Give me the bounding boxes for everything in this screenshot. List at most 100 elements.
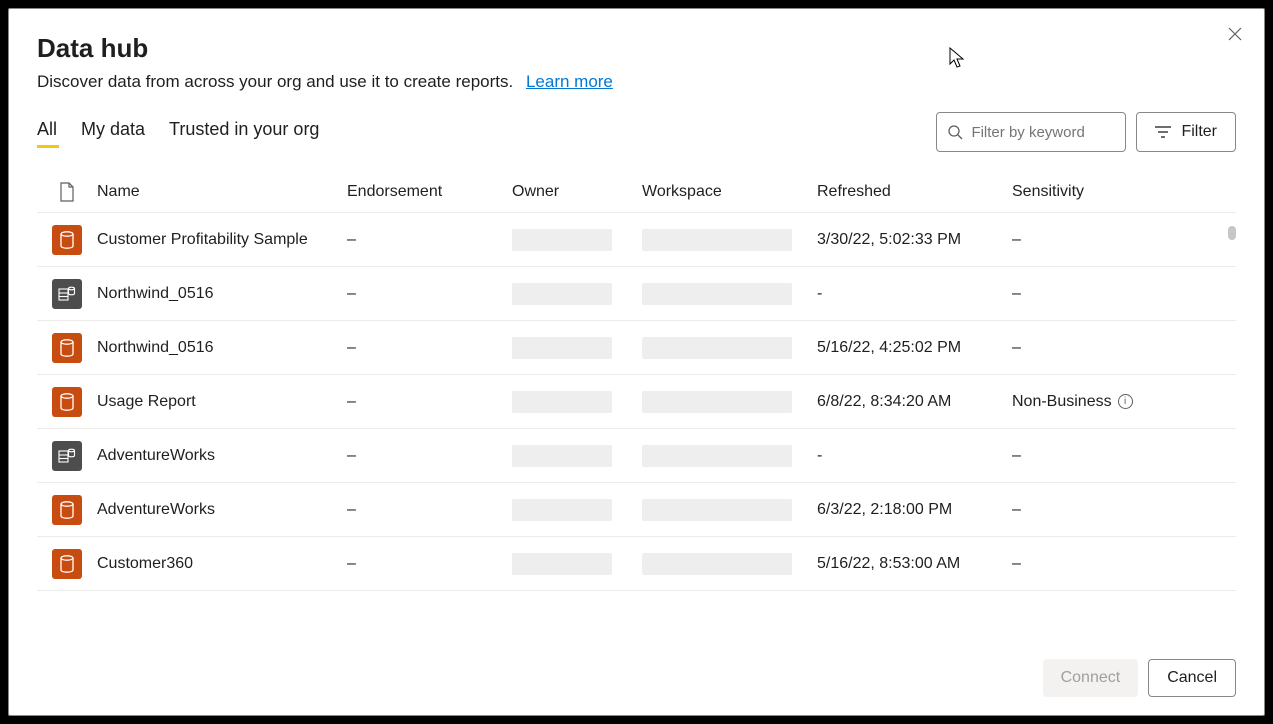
row-workspace bbox=[642, 229, 817, 251]
row-refreshed: 6/8/22, 8:34:20 AM bbox=[817, 393, 1012, 411]
row-endorsement: – bbox=[347, 393, 512, 411]
row-name: AdventureWorks bbox=[97, 501, 347, 519]
row-owner bbox=[512, 391, 642, 413]
row-endorsement: – bbox=[347, 339, 512, 357]
table-row[interactable]: Northwind_0516–-– bbox=[37, 267, 1236, 321]
table-row[interactable]: Usage Report– 6/8/22, 8:34:20 AMNon-Busin… bbox=[37, 375, 1236, 429]
search-icon bbox=[947, 124, 963, 140]
row-name: Usage Report bbox=[97, 393, 347, 411]
row-endorsement: – bbox=[347, 501, 512, 519]
row-name: Customer Profitability Sample bbox=[97, 231, 347, 249]
row-workspace bbox=[642, 337, 817, 359]
row-workspace bbox=[642, 391, 817, 413]
learn-more-link[interactable]: Learn more bbox=[526, 72, 613, 91]
row-endorsement: – bbox=[347, 447, 512, 465]
row-endorsement: – bbox=[347, 285, 512, 303]
data-hub-dialog: Data hub Discover data from across your … bbox=[8, 8, 1265, 716]
table-row[interactable]: Northwind_0516–5/16/22, 4:25:02 PM– bbox=[37, 321, 1236, 375]
scrollbar-thumb[interactable] bbox=[1228, 226, 1236, 240]
redacted-workspace bbox=[642, 391, 792, 413]
row-workspace bbox=[642, 283, 817, 305]
redacted-workspace bbox=[642, 445, 792, 467]
column-sensitivity[interactable]: Sensitivity bbox=[1012, 183, 1192, 201]
column-type-icon bbox=[37, 182, 97, 202]
row-endorsement: – bbox=[347, 231, 512, 249]
table-row[interactable]: AdventureWorks–6/3/22, 2:18:00 PM– bbox=[37, 483, 1236, 537]
redacted-workspace bbox=[642, 553, 792, 575]
column-endorsement[interactable]: Endorsement bbox=[347, 183, 512, 201]
table-row[interactable]: Customer360–5/16/22, 8:53:00 AM– bbox=[37, 537, 1236, 591]
row-icon-cell bbox=[37, 333, 97, 363]
row-icon-cell bbox=[37, 495, 97, 525]
tabs: All My data Trusted in your org bbox=[37, 119, 319, 146]
row-icon-cell bbox=[37, 549, 97, 579]
row-refreshed: - bbox=[817, 285, 1012, 303]
row-workspace bbox=[642, 553, 817, 575]
row-refreshed: 6/3/22, 2:18:00 PM bbox=[817, 501, 1012, 519]
row-name: AdventureWorks bbox=[97, 447, 347, 465]
redacted-owner bbox=[512, 229, 612, 251]
row-sensitivity: – bbox=[1012, 447, 1192, 465]
row-sensitivity: – bbox=[1012, 231, 1192, 249]
row-owner bbox=[512, 283, 642, 305]
redacted-owner bbox=[512, 553, 612, 575]
dialog-title: Data hub bbox=[37, 33, 1236, 64]
row-sensitivity: – bbox=[1012, 555, 1192, 573]
search-box[interactable] bbox=[936, 112, 1126, 152]
table-body: Customer Profitability Sample–3/30/22, 5… bbox=[37, 213, 1236, 591]
row-name: Customer360 bbox=[97, 555, 347, 573]
row-workspace bbox=[642, 445, 817, 467]
row-icon-cell bbox=[37, 225, 97, 255]
connect-button: Connect bbox=[1043, 659, 1139, 697]
row-name: Northwind_0516 bbox=[97, 285, 347, 303]
close-icon bbox=[1228, 27, 1242, 41]
row-workspace bbox=[642, 499, 817, 521]
toolbar: All My data Trusted in your org Filter bbox=[37, 112, 1236, 152]
row-refreshed: 5/16/22, 4:25:02 PM bbox=[817, 339, 1012, 357]
dialog-subtitle: Discover data from across your org and u… bbox=[37, 72, 1236, 92]
redacted-owner bbox=[512, 499, 612, 521]
row-sensitivity: – bbox=[1012, 339, 1192, 357]
table: Name Endorsement Owner Workspace Refresh… bbox=[37, 172, 1236, 643]
row-icon-cell bbox=[37, 279, 97, 309]
datamart-icon bbox=[52, 279, 82, 309]
redacted-owner bbox=[512, 391, 612, 413]
table-header: Name Endorsement Owner Workspace Refresh… bbox=[37, 172, 1236, 213]
redacted-workspace bbox=[642, 337, 792, 359]
row-refreshed: - bbox=[817, 447, 1012, 465]
subtitle-text: Discover data from across your org and u… bbox=[37, 72, 513, 91]
tab-all[interactable]: All bbox=[37, 119, 57, 146]
dialog-footer: Connect Cancel bbox=[37, 643, 1236, 697]
info-icon[interactable]: i bbox=[1118, 394, 1133, 409]
row-icon-cell bbox=[37, 441, 97, 471]
table-row[interactable]: AdventureWorks–-– bbox=[37, 429, 1236, 483]
filter-icon bbox=[1155, 126, 1171, 138]
row-owner bbox=[512, 499, 642, 521]
filter-label: Filter bbox=[1181, 123, 1217, 141]
dataset-icon bbox=[52, 225, 82, 255]
row-owner bbox=[512, 229, 642, 251]
row-owner bbox=[512, 337, 642, 359]
row-name: Northwind_0516 bbox=[97, 339, 347, 357]
redacted-workspace bbox=[642, 283, 792, 305]
search-input[interactable] bbox=[971, 124, 1115, 141]
row-sensitivity: – bbox=[1012, 285, 1192, 303]
row-refreshed: 3/30/22, 5:02:33 PM bbox=[817, 231, 1012, 249]
redacted-owner bbox=[512, 445, 612, 467]
close-button[interactable] bbox=[1224, 23, 1246, 45]
column-refreshed[interactable]: Refreshed bbox=[817, 183, 1012, 201]
redacted-owner bbox=[512, 283, 612, 305]
cancel-button[interactable]: Cancel bbox=[1148, 659, 1236, 697]
tab-trusted[interactable]: Trusted in your org bbox=[169, 119, 319, 146]
table-row[interactable]: Customer Profitability Sample–3/30/22, 5… bbox=[37, 213, 1236, 267]
filter-button[interactable]: Filter bbox=[1136, 112, 1236, 152]
dataset-icon bbox=[52, 495, 82, 525]
column-name[interactable]: Name bbox=[97, 183, 347, 201]
redacted-workspace bbox=[642, 499, 792, 521]
row-owner bbox=[512, 445, 642, 467]
column-workspace[interactable]: Workspace bbox=[642, 183, 817, 201]
tab-my-data[interactable]: My data bbox=[81, 119, 145, 146]
redacted-workspace bbox=[642, 229, 792, 251]
row-sensitivity: Non-Businessi bbox=[1012, 393, 1192, 411]
column-owner[interactable]: Owner bbox=[512, 183, 642, 201]
